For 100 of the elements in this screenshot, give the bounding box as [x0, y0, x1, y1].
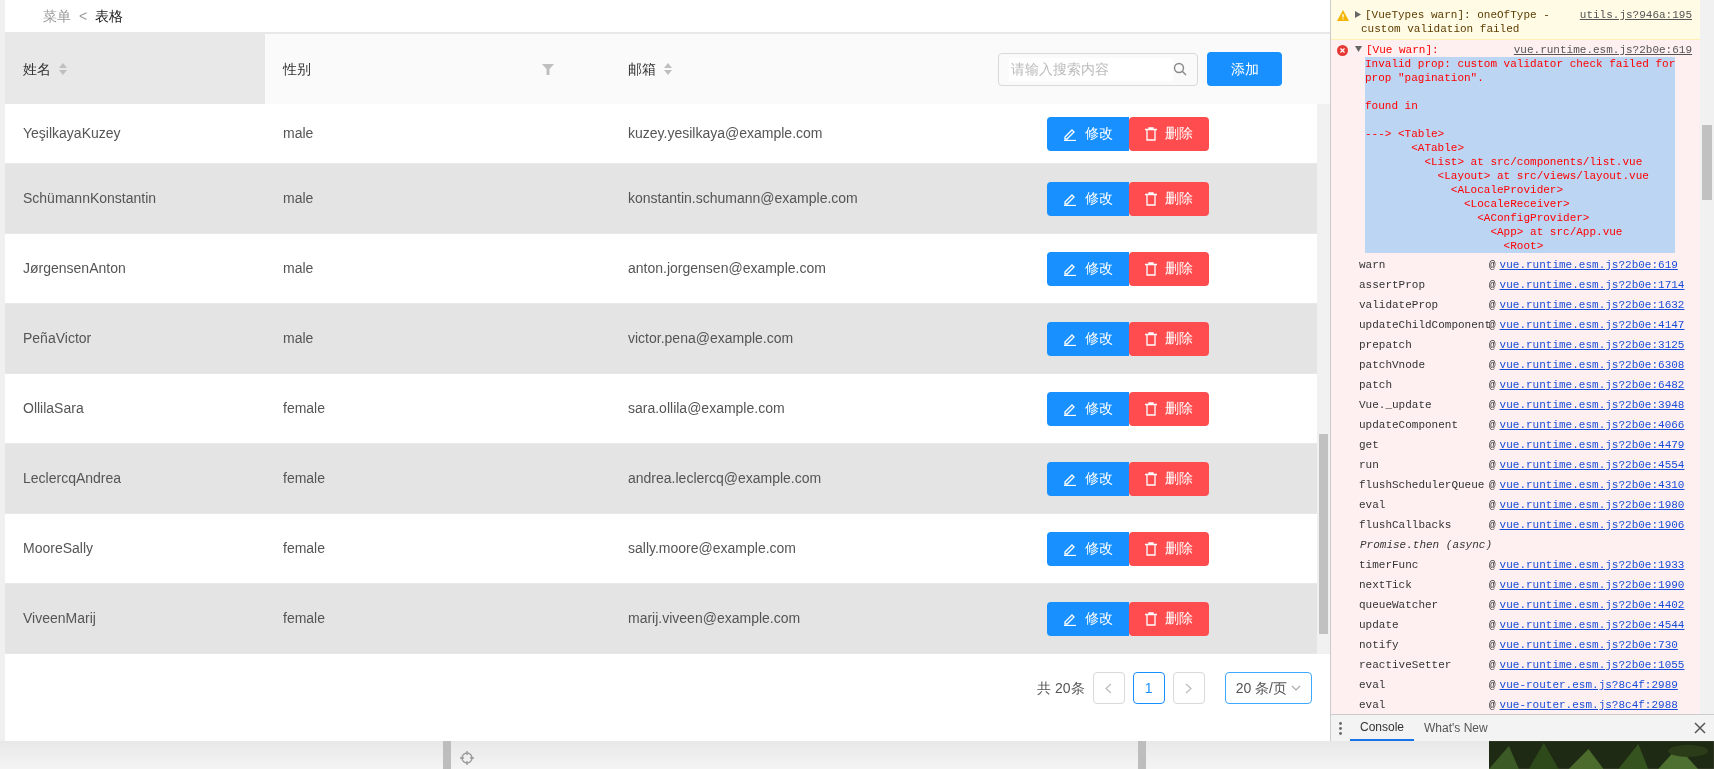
at-sign: @	[1489, 557, 1496, 573]
table-cell: andrea.leclercq@example.com	[628, 470, 822, 486]
source-link[interactable]: vue.runtime.esm.js?2b0e:4066	[1499, 416, 1685, 434]
source-link[interactable]: vue.runtime.esm.js?2b0e:4402	[1499, 596, 1685, 614]
source-link[interactable]: vue.runtime.esm.js?2b0e:3948	[1499, 396, 1685, 414]
source-link[interactable]: vue.runtime.esm.js?2b0e:4310	[1499, 476, 1685, 494]
source-link[interactable]: vue.runtime.esm.js?2b0e:4479	[1499, 436, 1685, 454]
delete-button[interactable]: 删除	[1129, 251, 1209, 286]
next-page-button[interactable]	[1172, 672, 1205, 704]
delete-button[interactable]: 删除	[1129, 181, 1209, 216]
search-icon[interactable]	[1173, 62, 1187, 76]
console-message: custom validation failed	[1361, 22, 1520, 36]
table-cell: sara.ollila@example.com	[628, 400, 785, 416]
function-name: patch	[1359, 377, 1393, 393]
source-link[interactable]: vue.runtime.esm.js?2b0e:4544	[1499, 616, 1685, 634]
source-link[interactable]: vue.runtime.esm.js?2b0e:730	[1499, 636, 1678, 654]
search-field[interactable]: 请输入搜索内容	[998, 52, 1198, 86]
source-link[interactable]: vue.runtime.esm.js?2b0e:1632	[1499, 296, 1685, 314]
filter-icon[interactable]	[542, 63, 554, 75]
at-sign: @	[1489, 277, 1496, 293]
crosshair-icon[interactable]	[458, 749, 475, 766]
source-link[interactable]: vue.runtime.esm.js?2b0e:1933	[1499, 556, 1685, 574]
source-link[interactable]: vue-router.esm.js?8c4f:2989	[1499, 676, 1678, 694]
at-sign: @	[1489, 697, 1496, 713]
splitter-bar[interactable]	[442, 741, 451, 769]
source-link[interactable]: vue.runtime.esm.js?2b0e:6482	[1499, 376, 1685, 394]
sort-icon[interactable]	[664, 62, 672, 76]
breadcrumb-item: 表格	[95, 6, 124, 26]
drawer-tab[interactable]: What's New	[1414, 715, 1498, 741]
console-message: [VueTypes warn]: oneOfType -	[1365, 8, 1550, 22]
source-link[interactable]: vue.runtime.esm.js?2b0e:1980	[1499, 496, 1685, 514]
table-cell: LeclercqAndrea	[23, 470, 122, 486]
error-icon	[1337, 44, 1348, 56]
close-icon[interactable]	[1694, 722, 1706, 734]
source-link[interactable]: vue.runtime.esm.js?2b0e:6308	[1499, 356, 1685, 374]
trash-icon	[1145, 471, 1157, 486]
function-name: eval	[1359, 677, 1387, 693]
at-sign: @	[1489, 297, 1496, 313]
delete-button[interactable]: 删除	[1129, 391, 1209, 426]
table-cell: MooreSally	[23, 540, 94, 556]
function-name: warn	[1359, 257, 1387, 273]
function-name: Vue._update	[1359, 397, 1433, 413]
function-name: validateProp	[1359, 297, 1440, 313]
column-header[interactable]: 性别	[265, 34, 610, 104]
table-cell: male	[283, 190, 314, 206]
column-header[interactable]: 邮箱	[610, 34, 958, 104]
function-name: updateComponent	[1359, 417, 1460, 433]
table-cell: female	[283, 540, 326, 556]
source-link[interactable]: vue.runtime.esm.js?2b0e:1990	[1499, 576, 1685, 594]
trash-icon	[1145, 126, 1157, 141]
chevron-right-icon	[1185, 682, 1193, 694]
more-icon[interactable]	[1339, 722, 1342, 736]
at-sign: @	[1489, 457, 1496, 473]
source-link[interactable]: vue.runtime.esm.js?2b0e:4554	[1499, 456, 1685, 474]
at-sign: @	[1489, 257, 1496, 273]
column-label: 姓名	[23, 59, 51, 79]
function-name: notify	[1359, 637, 1400, 653]
warning-icon	[1337, 9, 1349, 21]
function-name: update	[1359, 617, 1400, 633]
function-name: reactiveSetter	[1359, 657, 1453, 673]
collapsed-triangle-icon[interactable]	[1355, 11, 1361, 18]
source-link[interactable]: vue.runtime.esm.js?2b0e:1055	[1499, 656, 1685, 674]
table-cell: male	[283, 330, 314, 346]
trash-icon	[1145, 541, 1157, 556]
page-size-select[interactable]: 20 条/页	[1224, 672, 1312, 704]
column-header[interactable]: 姓名	[5, 34, 265, 104]
splitter-bar[interactable]	[1137, 741, 1146, 769]
table-cell: JørgensenAnton	[23, 260, 126, 276]
source-link[interactable]: vue.runtime.esm.js?2b0e:619	[1499, 256, 1678, 274]
function-name: patchVnode	[1359, 357, 1426, 373]
table-cell: ViveenMarij	[23, 610, 96, 626]
function-name: timerFunc	[1359, 557, 1420, 573]
source-link[interactable]: vue.runtime.esm.js?2b0e:619	[1513, 43, 1692, 57]
table-cell: female	[283, 400, 326, 416]
scrollbar[interactable]	[1317, 104, 1330, 654]
source-link[interactable]: vue.runtime.esm.js?2b0e:1906	[1499, 516, 1685, 534]
caret-icon	[1291, 685, 1301, 691]
sort-icon[interactable]	[59, 62, 67, 76]
function-name: eval	[1359, 697, 1387, 713]
source-link[interactable]: vue.runtime.esm.js?2b0e:4147	[1499, 316, 1685, 334]
delete-button[interactable]: 删除	[1129, 461, 1209, 496]
source-link[interactable]: vue-router.esm.js?8c4f:2988	[1499, 696, 1678, 714]
source-link[interactable]: vue.runtime.esm.js?2b0e:3125	[1499, 336, 1685, 354]
delete-button[interactable]: 删除	[1129, 601, 1209, 636]
function-name: get	[1359, 437, 1380, 453]
table-cell: YeşilkayaKuzey	[23, 125, 121, 141]
total-count: 共 20条	[1037, 678, 1085, 698]
delete-button[interactable]: 删除	[1129, 116, 1209, 151]
at-sign: @	[1489, 397, 1496, 413]
delete-button[interactable]: 删除	[1129, 321, 1209, 356]
function-name: flushCallbacks	[1359, 517, 1453, 533]
table-cell: PeñaVictor	[23, 330, 92, 346]
function-name: flushSchedulerQueue	[1359, 477, 1486, 493]
previous-page-button[interactable]	[1092, 672, 1125, 704]
source-link[interactable]: utils.js?946a:195	[1579, 8, 1692, 22]
source-link[interactable]: vue.runtime.esm.js?2b0e:1714	[1499, 276, 1685, 294]
trash-icon	[1145, 261, 1157, 276]
expanded-triangle-icon[interactable]	[1355, 46, 1362, 52]
delete-button[interactable]: 删除	[1129, 531, 1209, 566]
scrollbar[interactable]	[1700, 0, 1714, 714]
